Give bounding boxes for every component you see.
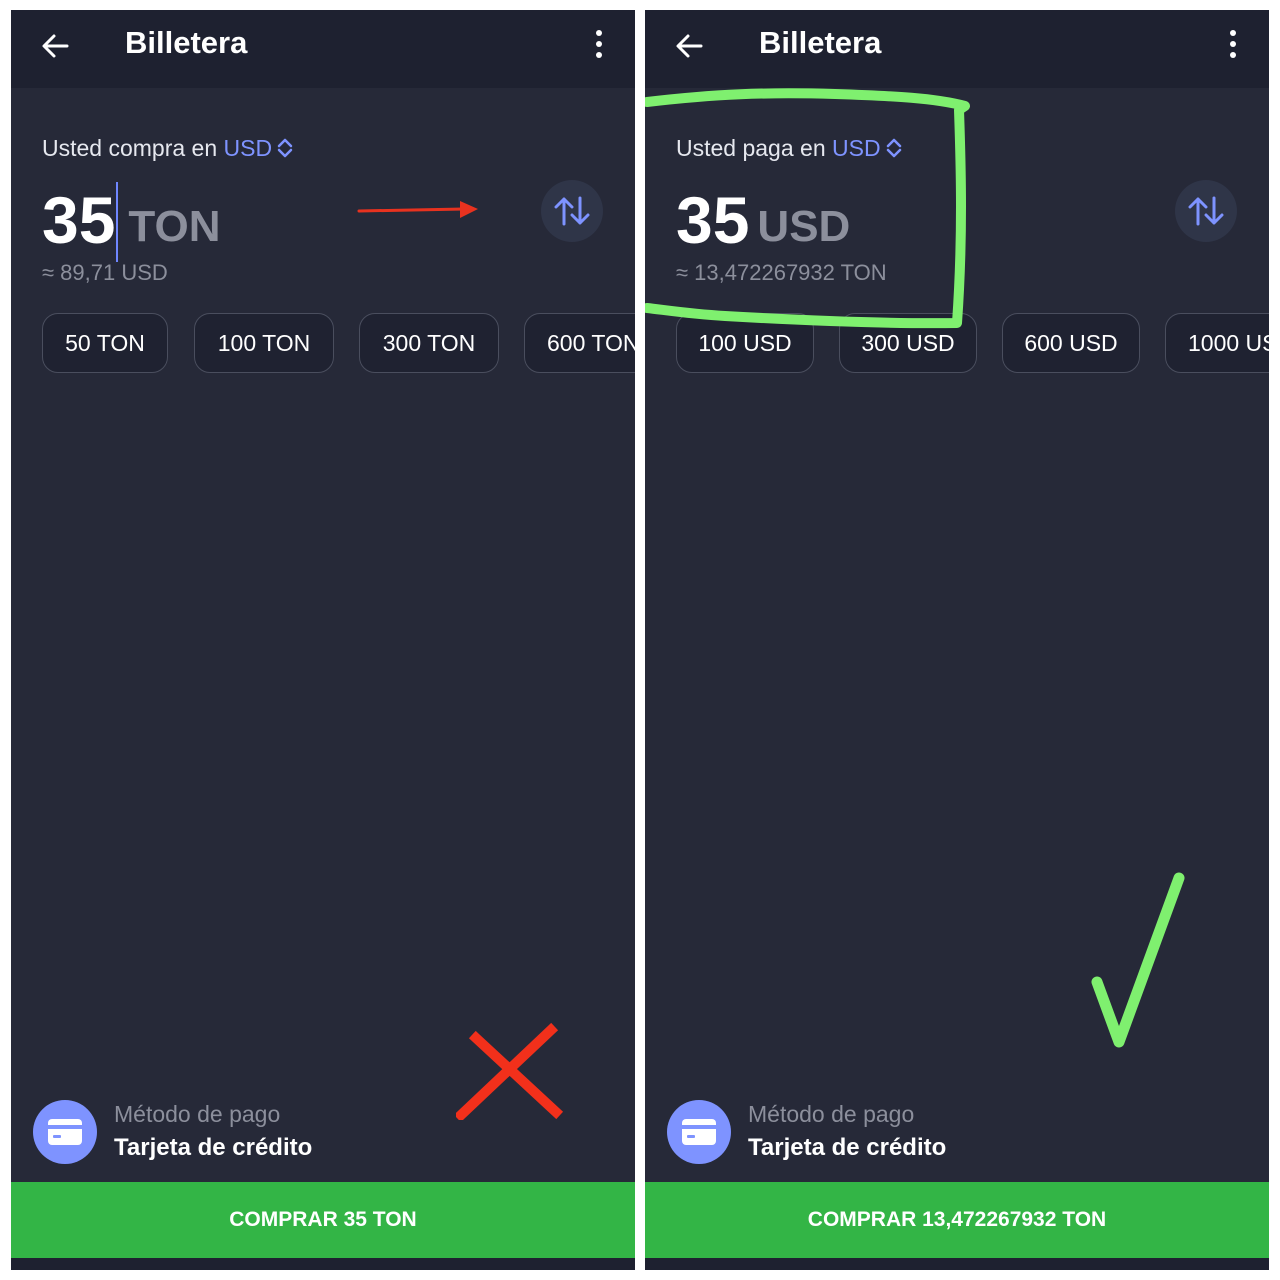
mode-prefix: Usted paga en <box>676 135 826 161</box>
red-arrow-annotation <box>357 201 478 218</box>
preset-chip[interactable]: 600 USD <box>1002 313 1140 373</box>
amount-input[interactable]: 35 TON <box>42 178 221 262</box>
preset-chip[interactable]: 1000 USD <box>1165 313 1269 373</box>
bottom-strip <box>645 1258 1269 1270</box>
preset-chip[interactable]: 50 TON <box>42 313 168 373</box>
text-cursor <box>116 182 119 262</box>
swap-button[interactable] <box>1175 180 1237 242</box>
swap-button[interactable] <box>541 180 603 242</box>
preset-chip[interactable]: 600 TON <box>524 313 635 373</box>
more-options-icon[interactable] <box>587 27 611 63</box>
purchase-mode-line: Usted paga en USD <box>676 134 903 162</box>
wallet-screen-right: Billetera Usted paga en USD 35 USD ≈ 13,4… <box>645 10 1269 1270</box>
back-arrow-icon[interactable] <box>39 30 71 62</box>
payment-method-value[interactable]: Tarjeta de crédito <box>748 1134 946 1162</box>
back-arrow-icon[interactable] <box>673 30 705 62</box>
preset-chip[interactable]: 100 TON <box>194 313 334 373</box>
expand-collapse-icon[interactable] <box>276 137 294 159</box>
swap-arrows-icon <box>1188 196 1224 226</box>
swap-arrows-icon <box>554 196 590 226</box>
currency-selector[interactable]: USD <box>832 135 881 161</box>
green-checkmark-annotation <box>1091 872 1185 1048</box>
amount-input[interactable]: 35 USD <box>676 178 850 262</box>
preset-chip[interactable]: 300 TON <box>359 313 499 373</box>
credit-card-icon <box>33 1100 97 1164</box>
amount-unit: TON <box>128 202 221 251</box>
credit-card-icon <box>667 1100 731 1164</box>
currency-selector[interactable]: USD <box>224 135 273 161</box>
preset-chip[interactable]: 100 USD <box>676 313 814 373</box>
buy-button[interactable]: COMPRAR 13,472267932 TON <box>645 1182 1269 1258</box>
top-bar: Billetera <box>11 10 635 88</box>
amount-unit: USD <box>757 202 851 251</box>
payment-method-label: Método de pago <box>748 1101 915 1127</box>
more-options-icon[interactable] <box>1221 27 1245 63</box>
amount-value[interactable]: 35 <box>676 183 749 257</box>
payment-method-label: Método de pago <box>114 1101 281 1127</box>
amount-value[interactable]: 35 <box>42 183 115 257</box>
red-cross-annotation <box>456 1022 564 1120</box>
bottom-strip <box>11 1258 635 1270</box>
purchase-mode-line: Usted compra en USD <box>42 134 294 162</box>
mode-prefix: Usted compra en <box>42 135 218 161</box>
page-title: Billetera <box>125 25 248 60</box>
payment-method-value[interactable]: Tarjeta de crédito <box>114 1134 312 1162</box>
page-title: Billetera <box>759 25 882 60</box>
preset-chip[interactable]: 300 USD <box>839 313 977 373</box>
wallet-screen-left: Billetera Usted compra en USD 35 TON ≈ 89… <box>11 10 635 1270</box>
expand-collapse-icon[interactable] <box>885 137 903 159</box>
top-bar: Billetera <box>645 10 1269 88</box>
buy-button[interactable]: COMPRAR 35 TON <box>11 1182 635 1258</box>
approx-conversion: ≈ 89,71 USD <box>42 260 168 285</box>
approx-conversion: ≈ 13,472267932 TON <box>676 260 887 285</box>
